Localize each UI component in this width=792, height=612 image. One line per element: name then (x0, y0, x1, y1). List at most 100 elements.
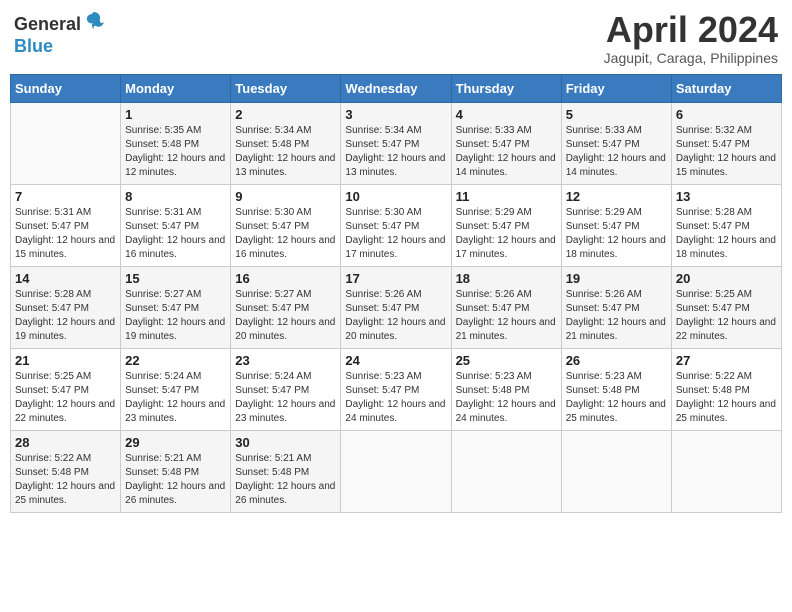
day-number: 12 (566, 189, 667, 204)
calendar-cell: 24 Sunrise: 5:23 AMSunset: 5:47 PMDayligh… (341, 348, 451, 430)
day-number: 20 (676, 271, 777, 286)
day-number: 18 (456, 271, 557, 286)
day-info: Sunrise: 5:23 AMSunset: 5:48 PMDaylight:… (566, 370, 667, 426)
day-info: Sunrise: 5:34 AMSunset: 5:48 PMDaylight:… (235, 124, 336, 180)
day-info: Sunrise: 5:34 AMSunset: 5:47 PMDaylight:… (345, 124, 446, 180)
day-info: Sunrise: 5:30 AMSunset: 5:47 PMDaylight:… (235, 206, 336, 262)
calendar-cell: 12 Sunrise: 5:29 AMSunset: 5:47 PMDayligh… (561, 184, 671, 266)
calendar-cell: 19Sunrise: 5:26 AMSunset: 5:47 PMDayligh… (561, 266, 671, 348)
day-info: Sunrise: 5:35 AMSunset: 5:48 PMDaylight:… (125, 124, 226, 180)
calendar-cell: 28 Sunrise: 5:22 AMSunset: 5:48 PMDayligh… (11, 430, 121, 512)
day-info: Sunrise: 5:25 AMSunset: 5:47 PMDaylight:… (676, 288, 777, 344)
day-number: 15 (125, 271, 226, 286)
calendar-cell: 8 Sunrise: 5:31 AMSunset: 5:47 PMDaylight… (121, 184, 231, 266)
day-number: 9 (235, 189, 336, 204)
day-info: Sunrise: 5:27 AMSunset: 5:47 PMDaylight:… (125, 288, 226, 344)
calendar-cell: 10 Sunrise: 5:30 AMSunset: 5:47 PMDayligh… (341, 184, 451, 266)
day-number: 11 (456, 189, 557, 204)
day-number: 17 (345, 271, 446, 286)
calendar-cell: 6Sunrise: 5:32 AMSunset: 5:47 PMDaylight… (671, 102, 781, 184)
day-number: 27 (676, 353, 777, 368)
day-info: Sunrise: 5:30 AMSunset: 5:47 PMDaylight:… (345, 206, 446, 262)
day-number: 1 (125, 107, 226, 122)
day-info: Sunrise: 5:23 AMSunset: 5:47 PMDaylight:… (345, 370, 446, 426)
calendar-cell: 23 Sunrise: 5:24 AMSunset: 5:47 PMDayligh… (231, 348, 341, 430)
day-number: 2 (235, 107, 336, 122)
calendar-cell: 4 Sunrise: 5:33 AMSunset: 5:47 PMDaylight… (451, 102, 561, 184)
month-title: April 2024 (604, 10, 778, 50)
day-info: Sunrise: 5:29 AMSunset: 5:47 PMDaylight:… (456, 206, 557, 262)
day-info: Sunrise: 5:31 AMSunset: 5:47 PMDaylight:… (125, 206, 226, 262)
day-info: Sunrise: 5:28 AMSunset: 5:47 PMDaylight:… (15, 288, 116, 344)
day-number: 19 (566, 271, 667, 286)
logo-blue-text: Blue (14, 36, 53, 56)
day-number: 28 (15, 435, 116, 450)
calendar-cell: 26 Sunrise: 5:23 AMSunset: 5:48 PMDayligh… (561, 348, 671, 430)
day-info: Sunrise: 5:23 AMSunset: 5:48 PMDaylight:… (456, 370, 557, 426)
day-header-thursday: Thursday (451, 74, 561, 102)
day-header-saturday: Saturday (671, 74, 781, 102)
day-number: 21 (15, 353, 116, 368)
day-info: Sunrise: 5:21 AMSunset: 5:48 PMDaylight:… (235, 452, 336, 508)
calendar-cell: 13 Sunrise: 5:28 AMSunset: 5:47 PMDayligh… (671, 184, 781, 266)
day-info: Sunrise: 5:21 AMSunset: 5:48 PMDaylight:… (125, 452, 226, 508)
day-info: Sunrise: 5:28 AMSunset: 5:47 PMDaylight:… (676, 206, 777, 262)
day-number: 24 (345, 353, 446, 368)
day-number: 23 (235, 353, 336, 368)
day-header-monday: Monday (121, 74, 231, 102)
day-number: 5 (566, 107, 667, 122)
day-number: 26 (566, 353, 667, 368)
calendar-cell: 5 Sunrise: 5:33 AMSunset: 5:47 PMDaylight… (561, 102, 671, 184)
calendar-cell: 21 Sunrise: 5:25 AMSunset: 5:47 PMDayligh… (11, 348, 121, 430)
day-number: 30 (235, 435, 336, 450)
calendar-cell: 17 Sunrise: 5:26 AMSunset: 5:47 PMDayligh… (341, 266, 451, 348)
day-number: 10 (345, 189, 446, 204)
calendar-cell (451, 430, 561, 512)
day-number: 3 (345, 107, 446, 122)
day-header-sunday: Sunday (11, 74, 121, 102)
day-info: Sunrise: 5:25 AMSunset: 5:47 PMDaylight:… (15, 370, 116, 426)
calendar-cell: 9 Sunrise: 5:30 AMSunset: 5:47 PMDaylight… (231, 184, 341, 266)
day-header-tuesday: Tuesday (231, 74, 341, 102)
day-info: Sunrise: 5:31 AMSunset: 5:47 PMDaylight:… (15, 206, 116, 262)
location-subtitle: Jagupit, Caraga, Philippines (604, 50, 778, 66)
day-number: 4 (456, 107, 557, 122)
calendar-cell: 16 Sunrise: 5:27 AMSunset: 5:47 PMDayligh… (231, 266, 341, 348)
logo: General Blue (14, 10, 105, 57)
calendar-cell (671, 430, 781, 512)
day-number: 29 (125, 435, 226, 450)
calendar-cell: 29 Sunrise: 5:21 AMSunset: 5:48 PMDayligh… (121, 430, 231, 512)
calendar-cell: 20 Sunrise: 5:25 AMSunset: 5:47 PMDayligh… (671, 266, 781, 348)
day-number: 14 (15, 271, 116, 286)
calendar-cell: 15 Sunrise: 5:27 AMSunset: 5:47 PMDayligh… (121, 266, 231, 348)
calendar-cell: 1 Sunrise: 5:35 AMSunset: 5:48 PMDaylight… (121, 102, 231, 184)
day-info: Sunrise: 5:33 AMSunset: 5:47 PMDaylight:… (566, 124, 667, 180)
day-info: Sunrise: 5:24 AMSunset: 5:47 PMDaylight:… (235, 370, 336, 426)
calendar-cell: 7Sunrise: 5:31 AMSunset: 5:47 PMDaylight… (11, 184, 121, 266)
day-header-friday: Friday (561, 74, 671, 102)
day-number: 13 (676, 189, 777, 204)
day-number: 25 (456, 353, 557, 368)
calendar-cell: 18Sunrise: 5:26 AMSunset: 5:47 PMDayligh… (451, 266, 561, 348)
calendar-cell: 11 Sunrise: 5:29 AMSunset: 5:47 PMDayligh… (451, 184, 561, 266)
day-info: Sunrise: 5:22 AMSunset: 5:48 PMDaylight:… (15, 452, 116, 508)
day-number: 8 (125, 189, 226, 204)
calendar-cell: 22 Sunrise: 5:24 AMSunset: 5:47 PMDayligh… (121, 348, 231, 430)
calendar-cell (561, 430, 671, 512)
day-number: 16 (235, 271, 336, 286)
day-info: Sunrise: 5:33 AMSunset: 5:47 PMDaylight:… (456, 124, 557, 180)
day-info: Sunrise: 5:27 AMSunset: 5:47 PMDaylight:… (235, 288, 336, 344)
day-info: Sunrise: 5:29 AMSunset: 5:47 PMDaylight:… (566, 206, 667, 262)
day-header-wednesday: Wednesday (341, 74, 451, 102)
calendar-cell: 27 Sunrise: 5:22 AMSunset: 5:48 PMDayligh… (671, 348, 781, 430)
calendar-cell (341, 430, 451, 512)
calendar-cell: 3 Sunrise: 5:34 AMSunset: 5:47 PMDaylight… (341, 102, 451, 184)
page-header: General Blue April 2024 Jagupit, Caraga,… (10, 10, 782, 66)
day-info: Sunrise: 5:24 AMSunset: 5:47 PMDaylight:… (125, 370, 226, 426)
day-number: 22 (125, 353, 226, 368)
calendar-cell: 30 Sunrise: 5:21 AMSunset: 5:48 PMDayligh… (231, 430, 341, 512)
calendar-table: SundayMondayTuesdayWednesdayThursdayFrid… (10, 74, 782, 513)
day-info: Sunrise: 5:22 AMSunset: 5:48 PMDaylight:… (676, 370, 777, 426)
calendar-cell (11, 102, 121, 184)
day-info: Sunrise: 5:26 AMSunset: 5:47 PMDaylight:… (345, 288, 446, 344)
